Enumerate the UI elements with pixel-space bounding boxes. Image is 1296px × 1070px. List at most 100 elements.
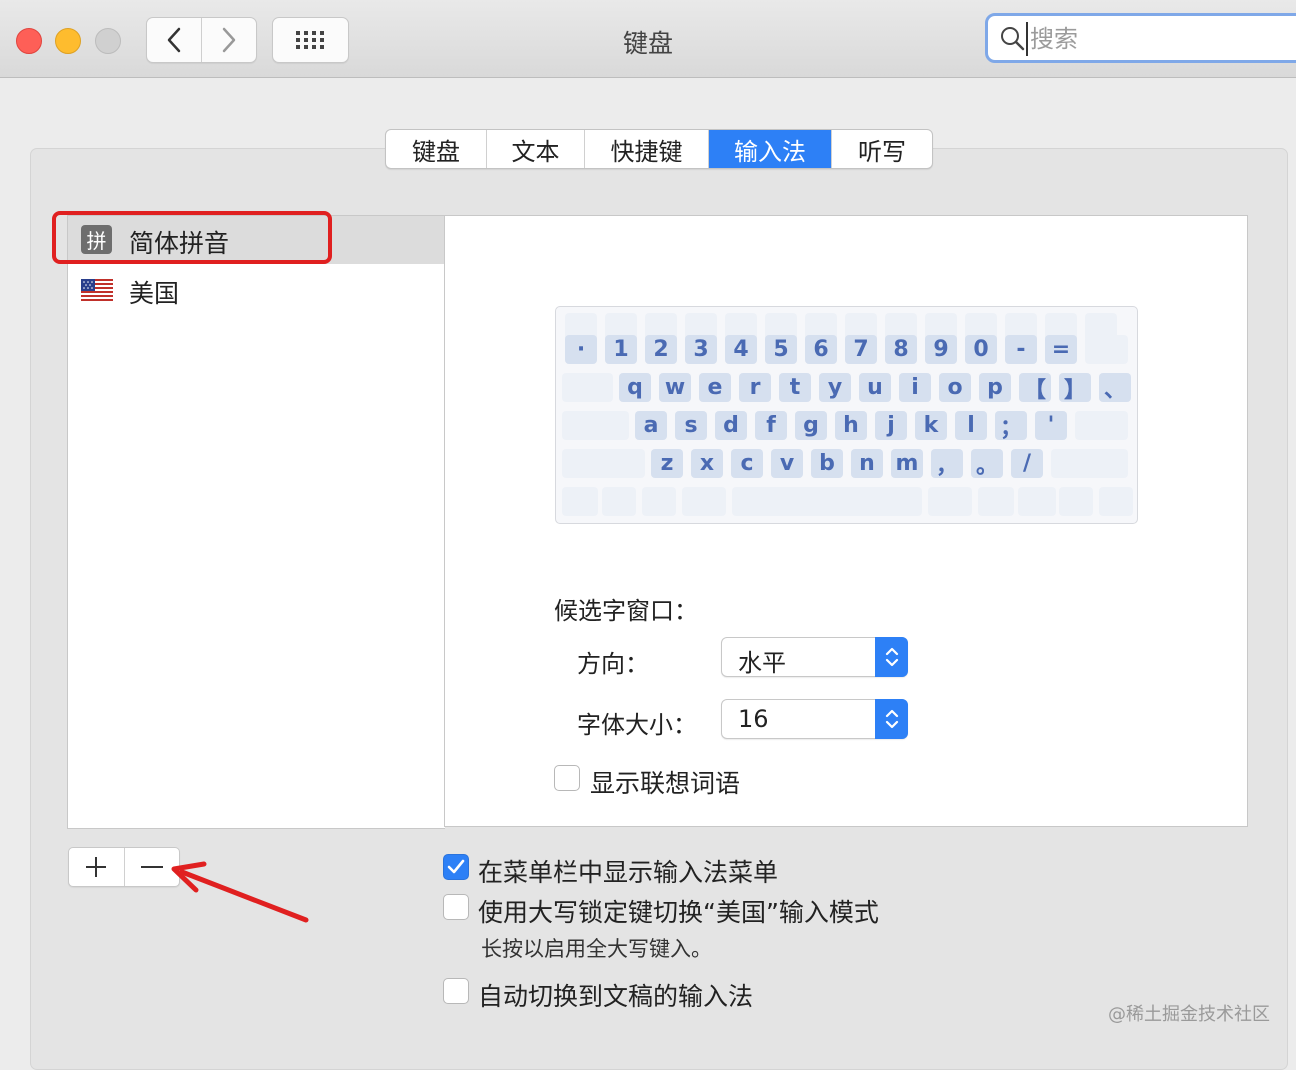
keyboard-key: 4 [725, 335, 757, 364]
input-source-list: 拼 简体拼音 美国 [67, 215, 445, 829]
search-icon [1001, 27, 1025, 51]
keyboard-key: 【 [1019, 373, 1051, 403]
keyboard-key: n [851, 449, 883, 478]
keyboard-key: 3 [685, 335, 717, 364]
orientation-value: 水平 [738, 649, 786, 677]
tab-text[interactable]: 文本 [487, 130, 585, 168]
keyboard-key: · [565, 335, 597, 364]
keyboard-key: f [755, 411, 787, 440]
keyboard-key: 。 [971, 449, 1003, 479]
tab-shortcuts[interactable]: 快捷键 [585, 130, 709, 168]
keyboard-key: r [739, 373, 771, 402]
keyboard-layout-preview: · 1 2 3 4 5 6 7 8 9 0- = q w e r t y u i o p 【】、 a s d f g h j k l ； ' z x c… [555, 306, 1138, 524]
watermark: @稀土掘金技术社区 [1108, 1004, 1270, 1025]
tab-keyboard[interactable]: 键盘 [386, 130, 487, 168]
orientation-popup[interactable]: 水平 [721, 637, 908, 677]
keyboard-key: ； [995, 411, 1027, 441]
ghost-key [642, 487, 676, 516]
list-item-us[interactable]: 美国 [68, 266, 445, 314]
keyboard-key: h [835, 411, 867, 440]
keyboard-key: u [859, 373, 891, 402]
tab-input-sources[interactable]: 输入法 [709, 130, 832, 168]
keyboard-key: - [1005, 335, 1037, 364]
tab-bar: 键盘 文本 快捷键 输入法 听写 [385, 129, 933, 169]
ghost-key [928, 487, 972, 516]
keyboard-key: 5 [765, 335, 797, 364]
keyboard-key: / [1011, 449, 1043, 478]
title-bar: 键盘 [0, 0, 1296, 78]
plus-icon [86, 857, 107, 877]
keyboard-key: j [875, 411, 907, 440]
ghost-key [978, 487, 1014, 516]
font-size-popup[interactable]: 16 [721, 699, 908, 739]
popup-arrows-icon [875, 699, 908, 739]
ghost-key [1051, 449, 1128, 478]
ghost-key [732, 487, 922, 516]
keyboard-key: s [675, 411, 707, 440]
ghost-key [1018, 487, 1056, 516]
keyboard-key: q [619, 373, 651, 402]
annotation-arrow-icon [171, 861, 309, 923]
keyboard-key: 1 [605, 335, 637, 364]
keyboard-key: m [891, 449, 923, 478]
keyboard-key: l [955, 411, 987, 440]
ghost-key [562, 373, 613, 402]
ghost-key [562, 487, 598, 516]
keyboard-key: g [795, 411, 827, 440]
list-item-label: 美国 [129, 279, 180, 308]
keyboard-key: k [915, 411, 947, 440]
caps-lock-switch-label: 使用大写锁定键切换“美国”输入模式 [478, 898, 879, 927]
popup-arrows-icon [875, 637, 908, 677]
show-predictions-label: 显示联想词语 [590, 769, 741, 798]
keyboard-key: 】 [1059, 373, 1091, 403]
keyboard-key: y [819, 373, 851, 402]
checkmark-icon [447, 859, 465, 874]
keyboard-key: o [939, 373, 971, 402]
keyboard-key: 7 [845, 335, 877, 364]
keyboard-key: b [811, 449, 843, 478]
ghost-key [682, 487, 726, 516]
caps-lock-hint: 长按以启用全大写键入。 [481, 937, 712, 961]
tab-dictation[interactable]: 听写 [832, 130, 932, 168]
ghost-key [562, 449, 645, 478]
auto-switch-label: 自动切换到文稿的输入法 [478, 982, 754, 1011]
annotation-highlight-box [52, 211, 332, 264]
candidate-window-label: 候选字窗口： [554, 597, 698, 625]
keyboard-key: 、 [1099, 373, 1131, 403]
keyboard-key: i [899, 373, 931, 402]
keyboard-key: 9 [925, 335, 957, 364]
font-size-value: 16 [738, 705, 769, 733]
ghost-key [1059, 487, 1093, 516]
orientation-label: 方向： [577, 650, 649, 678]
keyboard-key: t [779, 373, 811, 402]
search-field[interactable] [985, 13, 1296, 63]
keyboard-key: z [651, 449, 683, 478]
keyboard-key: e [699, 373, 731, 402]
show-in-menu-bar-checkbox[interactable] [443, 854, 469, 880]
search-input[interactable] [1026, 22, 1282, 56]
show-predictions-checkbox[interactable] [554, 765, 580, 791]
keyboard-key: d [715, 411, 747, 440]
us-flag-icon [81, 279, 113, 301]
keyboard-key: 6 [805, 335, 837, 364]
keyboard-key: v [771, 449, 803, 478]
keyboard-key: p [979, 373, 1011, 402]
font-size-label: 字体大小： [577, 711, 697, 739]
ghost-key [1085, 335, 1128, 364]
keyboard-key: w [659, 373, 691, 402]
keyboard-key: c [731, 449, 763, 478]
keyboard-key: 8 [885, 335, 917, 364]
keyboard-key: 0 [965, 335, 997, 364]
keyboard-key: ' [1035, 411, 1067, 440]
add-input-source-button[interactable] [69, 848, 124, 886]
keyboard-key: ， [931, 449, 963, 479]
ghost-key [1099, 487, 1133, 516]
keyboard-key: 2 [645, 335, 677, 364]
keyboard-key: x [691, 449, 723, 478]
keyboard-key: a [635, 411, 667, 440]
caps-lock-switch-checkbox[interactable] [443, 894, 469, 920]
show-in-menu-bar-label: 在菜单栏中显示输入法菜单 [478, 858, 779, 887]
ghost-key [602, 487, 636, 516]
auto-switch-checkbox[interactable] [443, 978, 469, 1004]
keyboard-key: = [1045, 335, 1077, 364]
